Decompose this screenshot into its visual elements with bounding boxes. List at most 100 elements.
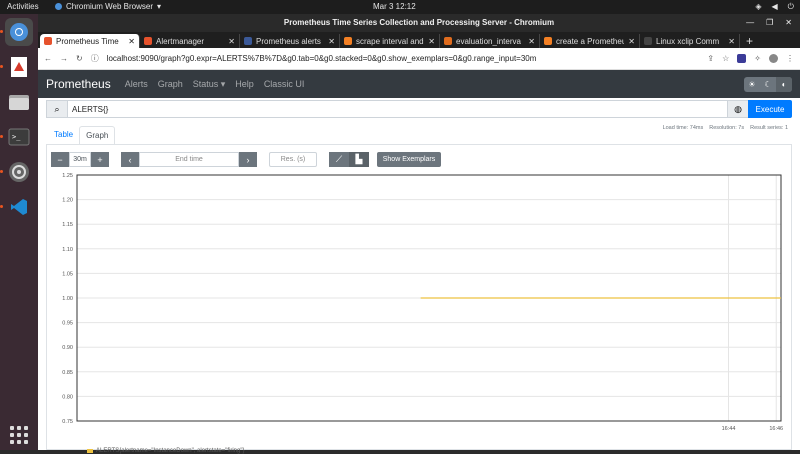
browser-tab[interactable]: Linux xclip Comm ✕ (640, 34, 740, 48)
query-stats: Load time: 74ms Resolution: 7s Result se… (663, 125, 788, 131)
pdf-viewer-icon (11, 57, 27, 77)
tab-favicon-icon (144, 37, 152, 45)
tab-favicon-icon (344, 37, 352, 45)
nav-alerts[interactable]: Alerts (125, 79, 148, 89)
browser-tab[interactable]: Alertmanager ✕ (140, 34, 240, 48)
chromium-small-icon (55, 3, 62, 10)
activities-button[interactable]: Activities (7, 2, 39, 11)
address-bar: ← → ↻ ⓘ localhost:9090/graph?g0.expr=ALE… (38, 48, 800, 70)
chromium-icon (10, 23, 28, 41)
tab-close-icon[interactable]: ✕ (428, 37, 435, 46)
tab-title: Prometheus Time (56, 36, 119, 46)
tab-close-icon[interactable]: ✕ (328, 37, 335, 46)
sun-icon[interactable]: ☀ (744, 77, 760, 92)
settings-icon (9, 162, 29, 182)
volume-icon: ◀ (771, 2, 778, 11)
browser-window: Prometheus Time Series Collection and Pr… (38, 14, 800, 454)
dock-files[interactable] (5, 88, 33, 116)
legend[interactable]: ALERTS{alertname="InstanceDown", alertst… (87, 448, 245, 454)
metrics-explorer-icon[interactable]: ◍ (728, 100, 748, 118)
show-apps-icon[interactable] (10, 426, 28, 444)
tab-close-icon[interactable]: ✕ (228, 37, 235, 46)
menu-kebab-icon[interactable]: ⋮ (786, 54, 794, 63)
search-icon: ⌕ (46, 100, 68, 118)
system-tray[interactable]: ◈ ◀ ⏻ (755, 2, 794, 12)
tab-table[interactable]: Table (48, 126, 79, 145)
tab-title: create a Prometheu (556, 36, 625, 46)
files-icon (9, 95, 29, 110)
y-tick-label: 1.00 (62, 296, 73, 302)
tab-close-icon[interactable]: ✕ (728, 37, 735, 46)
forward-icon[interactable]: → (60, 54, 68, 63)
puzzle-icon[interactable]: ✧ (754, 54, 761, 63)
nav-help[interactable]: Help (235, 79, 254, 89)
tab-title: Alertmanager (156, 36, 205, 46)
browser-tab[interactable]: Prometheus alerts ✕ (240, 34, 340, 48)
y-tick-label: 0.75 (62, 419, 73, 425)
tab-close-icon[interactable]: ✕ (128, 37, 135, 46)
browser-tab[interactable]: Prometheus Time ✕ (40, 34, 140, 48)
window-titlebar: Prometheus Time Series Collection and Pr… (38, 14, 800, 32)
dock-vscode[interactable] (0, 193, 33, 221)
expression-input[interactable]: ALERTS{} (68, 100, 728, 118)
running-indicator (0, 30, 3, 33)
browser-tab[interactable]: scrape interval and ✕ (340, 34, 440, 48)
svg-text:>_: >_ (12, 133, 21, 141)
caret-down-icon: ▾ (220, 78, 226, 89)
new-tab-icon[interactable]: + (740, 34, 759, 48)
tab-close-icon[interactable]: ✕ (628, 37, 635, 46)
prometheus-navbar: Prometheus Alerts Graph Status ▾ Help Cl… (38, 70, 800, 98)
maximize-icon[interactable]: ❐ (766, 14, 773, 32)
x-tick-label: 16:44 (722, 426, 736, 432)
tab-graph[interactable]: Graph (79, 126, 116, 145)
nav-classic-ui[interactable]: Classic UI (264, 79, 305, 89)
browser-tab[interactable]: create a Prometheu ✕ (540, 34, 640, 48)
running-indicator (0, 135, 3, 138)
site-info-icon[interactable]: ⓘ (91, 53, 99, 64)
y-tick-label: 0.90 (62, 345, 73, 351)
y-tick-label: 0.95 (62, 321, 73, 327)
reload-icon[interactable]: ↻ (76, 54, 83, 63)
tab-title: scrape interval and (356, 36, 424, 46)
minimize-icon[interactable]: — (746, 14, 754, 32)
nav-status[interactable]: Status ▾ (193, 79, 226, 90)
clock[interactable]: Mar 3 12:12 (373, 2, 416, 11)
dock-settings[interactable] (0, 158, 33, 186)
half-circle-icon[interactable]: ◐ (776, 76, 792, 92)
power-icon: ⏻ (787, 2, 794, 11)
nav-graph[interactable]: Graph (158, 79, 183, 89)
share-icon[interactable]: ⇪ (707, 54, 714, 63)
extension-icon[interactable] (737, 54, 747, 63)
app-menu[interactable]: Chromium Web Browser ▾ (55, 2, 161, 11)
x-tick-label: 16:46 (769, 426, 783, 432)
tab-title: Linux xclip Comm (656, 36, 720, 46)
moon-icon[interactable]: ☾ (760, 77, 776, 92)
bookmark-star-icon[interactable]: ☆ (722, 54, 729, 63)
y-tick-label: 1.05 (62, 271, 73, 277)
dock-terminal[interactable]: >_ (0, 123, 33, 151)
graph-svg[interactable]: 1.25 1.20 1.15 1.10 1.05 1.00 0.95 0.90 0.85 0.80… (47, 145, 793, 451)
tab-close-icon[interactable]: ✕ (528, 37, 535, 46)
resolution: Resolution: 7s (709, 125, 745, 131)
close-icon[interactable]: ✕ (785, 14, 792, 32)
url-input[interactable]: localhost:9090/graph?g0.expr=ALERTS%7B%7… (107, 54, 700, 63)
terminal-icon: >_ (8, 128, 30, 146)
panel-tabs: Table Graph (48, 126, 116, 145)
chevron-down-icon: ▾ (156, 2, 161, 11)
dock-chromium[interactable] (0, 18, 33, 46)
back-icon[interactable]: ← (44, 54, 52, 63)
browser-tab[interactable]: evaluation_interva ✕ (440, 34, 540, 48)
execute-button[interactable]: Execute (748, 100, 792, 118)
query-row: ⌕ ALERTS{} ◍ Execute (46, 100, 792, 118)
dock: >_ (0, 14, 38, 450)
tab-favicon-icon (244, 37, 252, 45)
brand-logo[interactable]: Prometheus (46, 77, 111, 91)
tab-favicon-icon (444, 37, 452, 45)
load-time: Load time: 74ms (662, 125, 704, 131)
profile-icon[interactable] (769, 54, 778, 63)
y-tick-label: 1.20 (62, 198, 73, 204)
vscode-icon (11, 199, 27, 215)
tab-title: evaluation_interva (456, 36, 521, 46)
dock-pdf[interactable] (0, 53, 33, 81)
theme-toggle[interactable]: ☀ ☾ ◐ (744, 76, 792, 92)
